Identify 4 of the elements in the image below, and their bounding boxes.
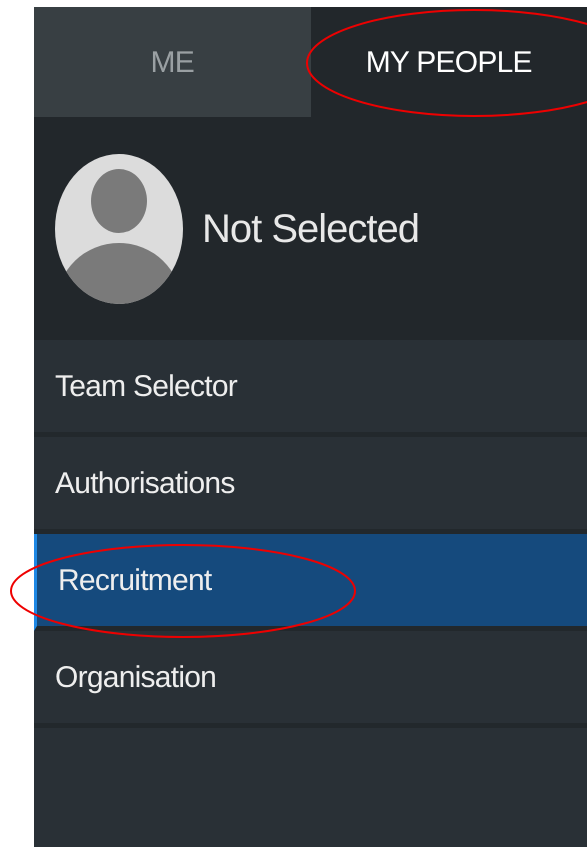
tab[interactable]: MY PEOPLE xyxy=(310,7,587,117)
tab[interactable]: ME xyxy=(34,7,310,117)
profile-name: Not Selected xyxy=(202,206,420,252)
menu-item[interactable]: Recruitment xyxy=(34,534,587,631)
